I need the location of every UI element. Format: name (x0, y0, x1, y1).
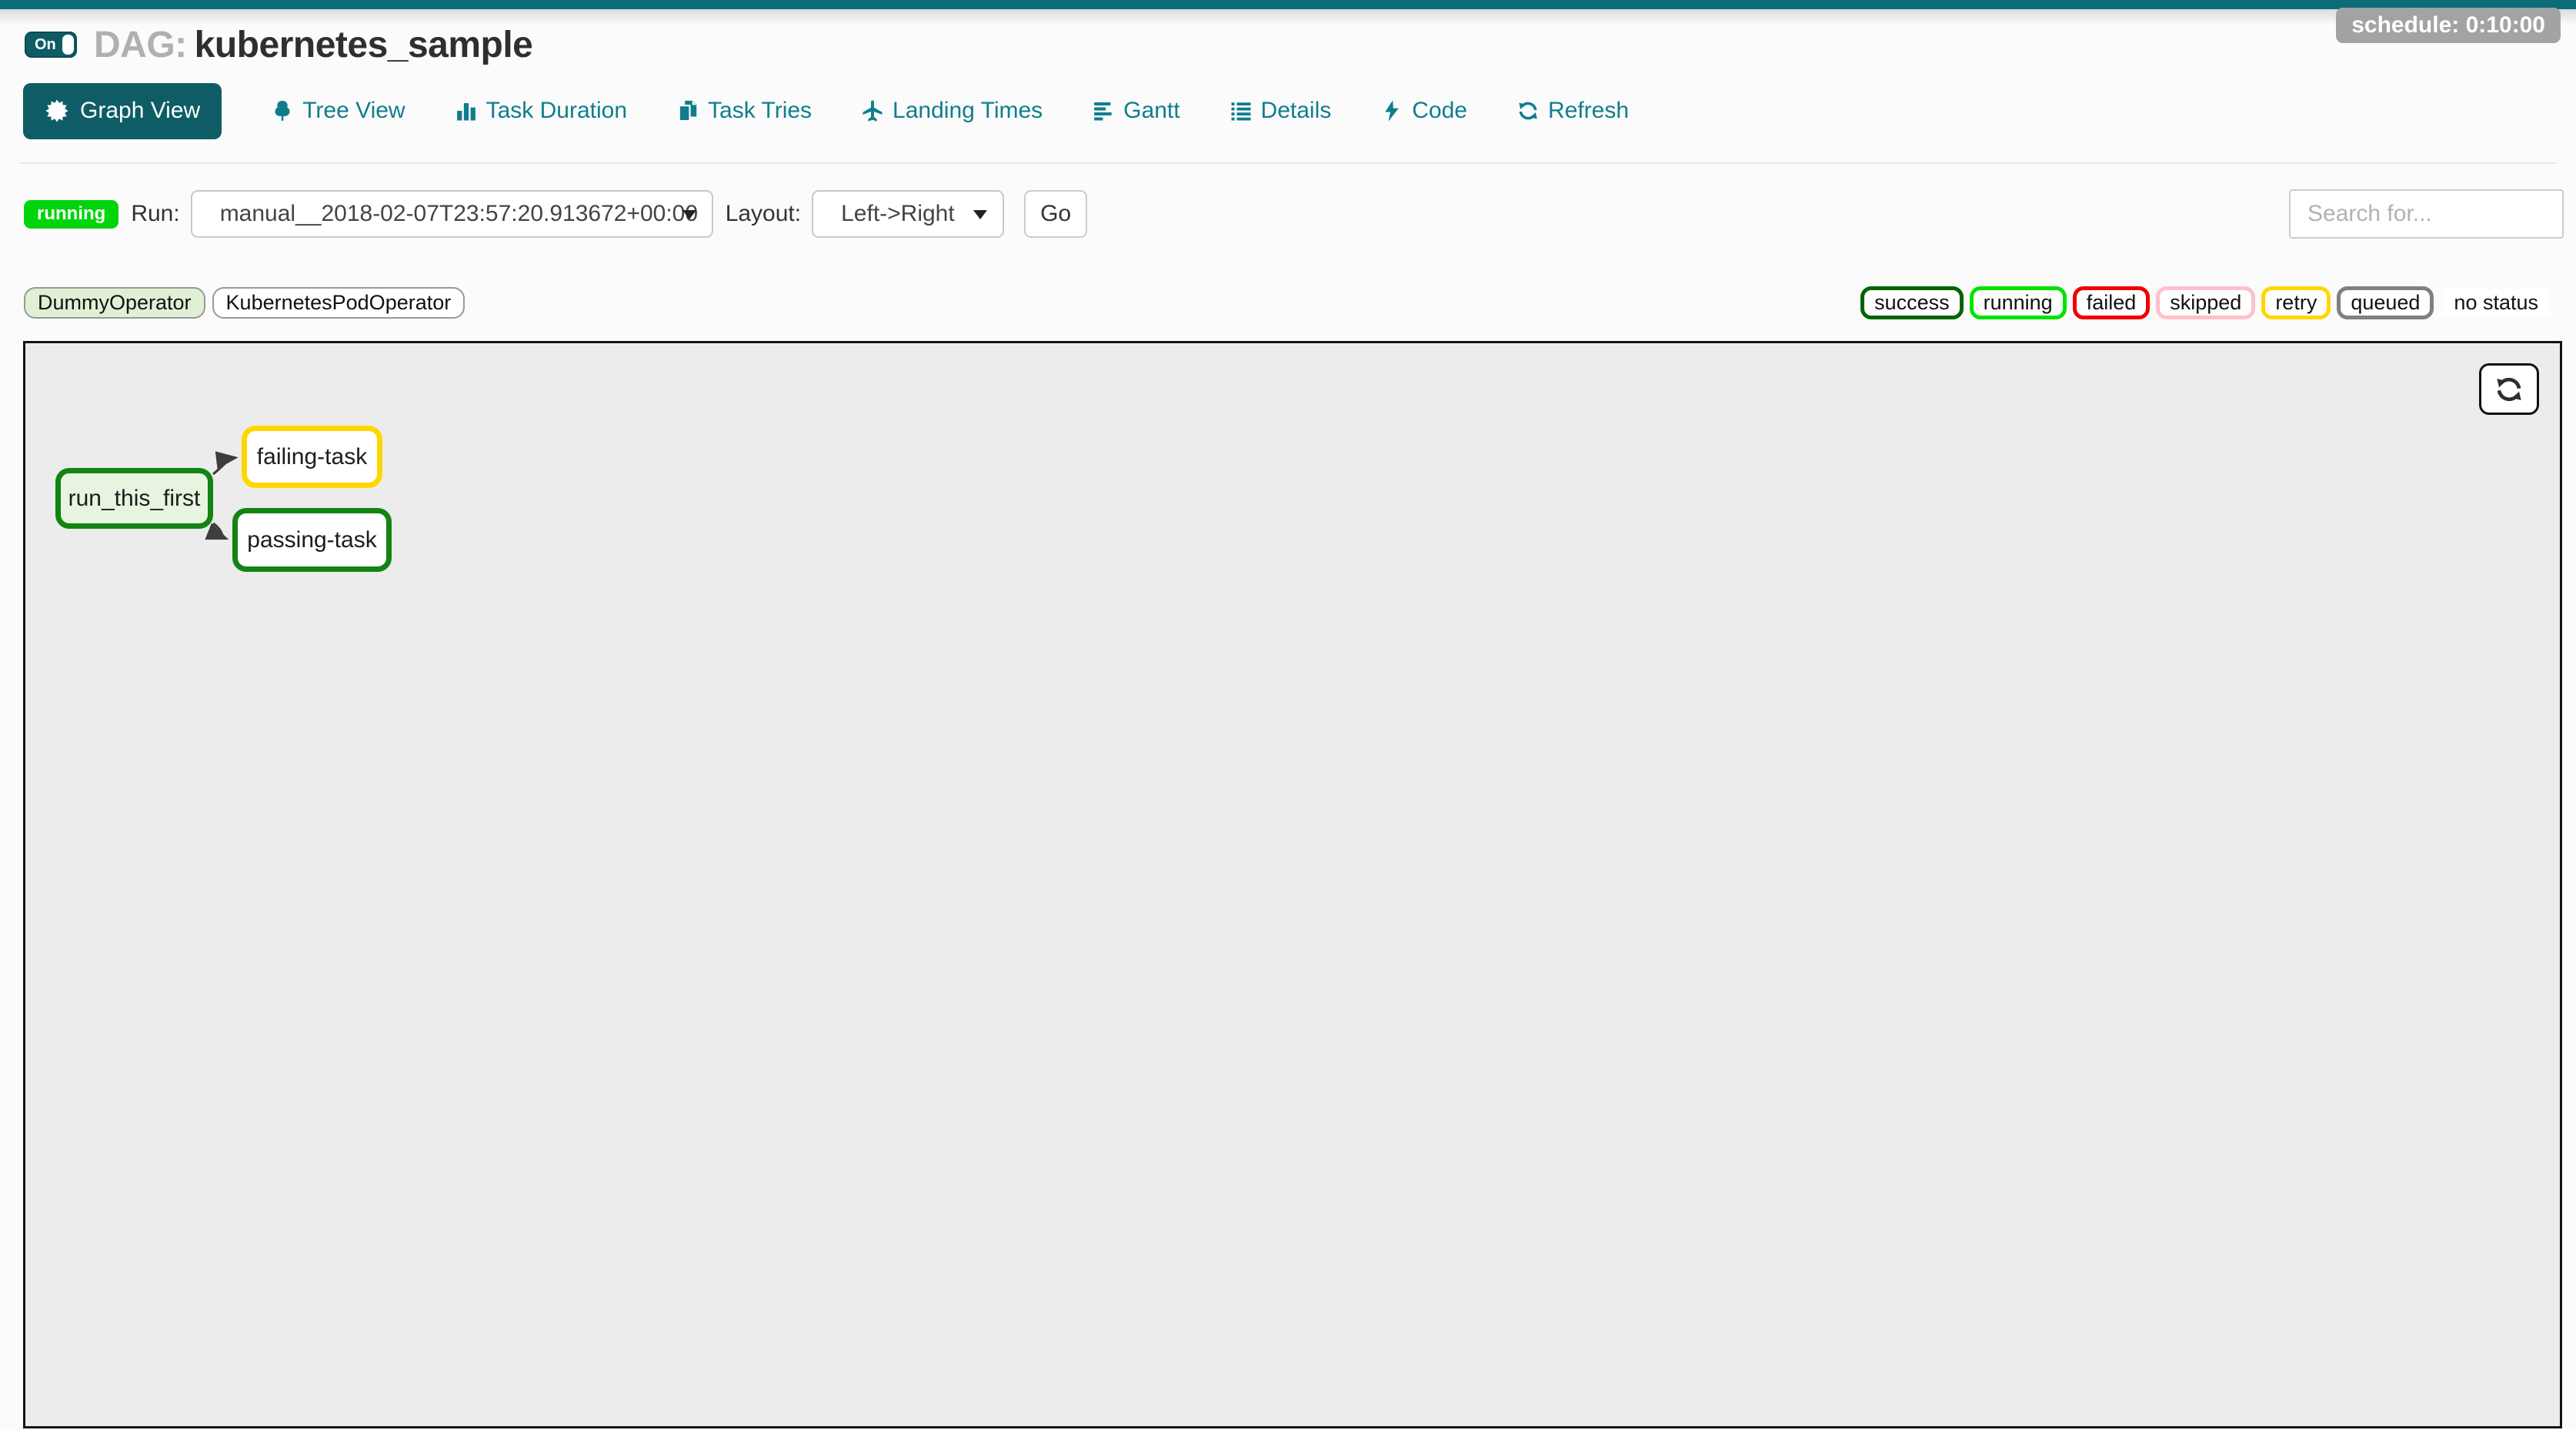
tab-task-tries[interactable]: Task Tries (676, 98, 812, 124)
legend-row: DummyOperator KubernetesPodOperator succ… (24, 286, 2552, 319)
tab-label: Code (1412, 98, 1467, 124)
operator-legend-kubernetespodoperator: KubernetesPodOperator (212, 287, 465, 319)
tab-landing-times[interactable]: Landing Times (861, 98, 1043, 124)
tab-label: Refresh (1548, 98, 1629, 124)
tab-label: Gantt (1123, 98, 1180, 124)
refresh-icon (1517, 99, 1540, 122)
tab-gantt[interactable]: Gantt (1092, 98, 1180, 124)
page-title: DAG:kubernetes_sample (94, 24, 532, 66)
tab-label: Tree View (302, 98, 405, 124)
layout-select[interactable]: Left->Right (812, 190, 1004, 238)
align-left-icon (1092, 99, 1115, 122)
state-legend-running: running (1970, 286, 2067, 319)
schedule-badge: schedule: 0:10:00 (2336, 8, 2561, 43)
navbar-shadow (0, 9, 2576, 25)
tab-label: Task Tries (708, 98, 812, 124)
tab-code[interactable]: Code (1380, 98, 1467, 124)
task-node-failing-task[interactable]: failing-task (242, 426, 382, 488)
tab-label: Graph View (80, 98, 200, 124)
copy-icon (676, 99, 699, 122)
dag-header: On DAG:kubernetes_sample (25, 23, 532, 66)
dag-name: kubernetes_sample (195, 25, 533, 65)
dag-prefix-label: DAG: (94, 25, 187, 65)
burst-icon (45, 99, 69, 123)
go-button[interactable]: Go (1024, 190, 1087, 238)
tree-icon (271, 99, 294, 122)
bolt-icon (1380, 99, 1403, 122)
tab-details[interactable]: Details (1230, 98, 1332, 124)
dag-graph-canvas[interactable]: run_this_first failing-task passing-task (23, 341, 2562, 1428)
run-label: Run: (131, 201, 179, 227)
tab-label: Task Duration (486, 98, 627, 124)
state-legend-skipped: skipped (2156, 286, 2255, 319)
dag-edges (25, 343, 2560, 1426)
graph-refresh-button[interactable] (2479, 363, 2539, 415)
plane-icon (861, 99, 884, 122)
state-legend-no-status: no status (2440, 286, 2552, 319)
layout-label: Layout: (726, 201, 801, 227)
tab-task-duration[interactable]: Task Duration (455, 98, 627, 124)
list-icon (1230, 99, 1253, 122)
layout-select-value: Left->Right (813, 201, 998, 227)
task-node-run-this-first[interactable]: run_this_first (55, 468, 213, 529)
run-select-value: manual__2018-02-07T23:57:20.913672+00:00 (192, 201, 712, 227)
top-navbar-strip (0, 0, 2576, 9)
chevron-down-icon (973, 210, 987, 219)
run-controls: running Run: manual__2018-02-07T23:57:20… (24, 189, 2564, 239)
state-legend-failed: failed (2073, 286, 2151, 319)
dagrun-state-badge: running (24, 200, 118, 229)
tab-graph-view[interactable]: Graph View (23, 83, 222, 139)
tab-label: Details (1261, 98, 1332, 124)
state-legend-success: success (1860, 286, 1964, 319)
task-node-passing-task[interactable]: passing-task (232, 508, 392, 572)
refresh-icon (2494, 374, 2524, 405)
run-select[interactable]: manual__2018-02-07T23:57:20.913672+00:00 (191, 190, 713, 238)
edge-run-this-first-to-failing-task (213, 458, 234, 474)
tab-label: Landing Times (893, 98, 1043, 124)
toggle-on-label: On (26, 36, 56, 54)
toggle-knob (62, 35, 74, 55)
view-nav: Graph View Tree View Task Duration Task … (23, 82, 1629, 139)
header-divider (20, 162, 2556, 164)
state-legend-retry: retry (2261, 286, 2331, 319)
tab-tree-view[interactable]: Tree View (271, 98, 405, 124)
dag-pause-toggle[interactable]: On (25, 32, 77, 58)
operator-legend-dummyoperator: DummyOperator (24, 287, 205, 319)
state-legend-queued: queued (2337, 286, 2434, 319)
tab-refresh[interactable]: Refresh (1517, 98, 1629, 124)
edge-run-this-first-to-passing-task (213, 523, 225, 538)
search-input[interactable] (2289, 189, 2564, 239)
bar-chart-icon (455, 99, 478, 122)
chevron-down-icon (682, 210, 696, 219)
